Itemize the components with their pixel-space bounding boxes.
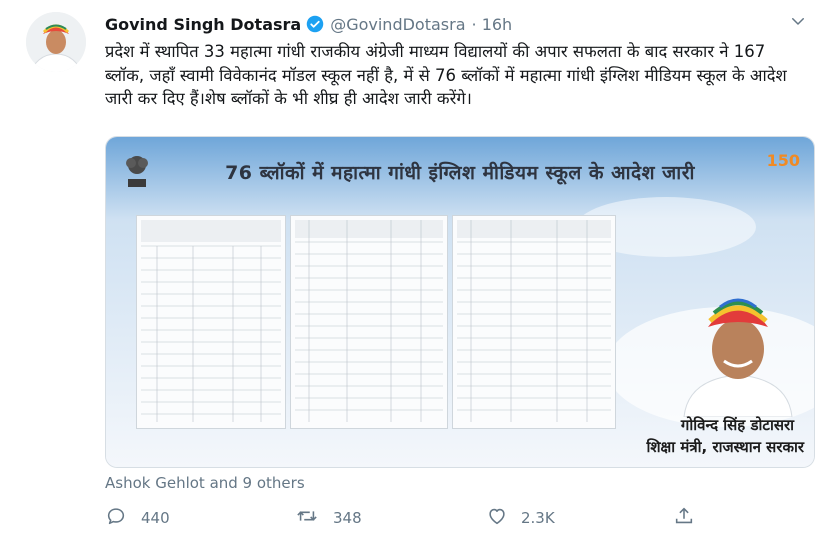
reply-icon <box>105 505 127 531</box>
media-banner-title: 76 ब्लॉकों में महात्मा गांधी इंग्लिश मीड… <box>225 162 695 184</box>
tweet-text: प्रदेश में स्थापित 33 महात्मा गांधी राजक… <box>105 42 787 108</box>
retweet-icon <box>295 505 319 531</box>
chevron-down-icon[interactable] <box>789 12 807 34</box>
media-caption-role: शिक्षा मंत्री, राजस्थान सरकार <box>646 438 804 456</box>
like-count: 2.3K <box>521 509 555 527</box>
author-handle[interactable]: @GovindDotasra <box>330 15 465 34</box>
tweet-actions: 440 348 2.3K <box>105 505 725 529</box>
retweet-count: 348 <box>333 509 362 527</box>
like-icon <box>485 505 509 531</box>
like-button[interactable]: 2.3K <box>485 505 555 531</box>
avatar-image <box>26 12 86 72</box>
reply-count: 440 <box>141 509 170 527</box>
liked-by-context[interactable]: Ashok Gehlot and 9 others <box>105 474 305 492</box>
avatar[interactable] <box>26 12 86 72</box>
document-table <box>457 220 611 422</box>
tweet-media[interactable]: 150 76 ब्लॉकों में महात्मा गांधी इंग्लिश… <box>105 136 815 468</box>
minister-portrait <box>683 298 793 417</box>
verified-icon <box>306 15 324 33</box>
document-table <box>141 220 281 422</box>
author-name[interactable]: Govind Singh Dotasra <box>105 15 301 34</box>
media-caption-name: गोविन्द सिंह डोटासरा <box>680 416 794 434</box>
retweet-button[interactable]: 348 <box>295 505 362 531</box>
reply-button[interactable]: 440 <box>105 505 170 531</box>
document-table <box>295 220 443 422</box>
order-document-page-2 <box>290 215 448 429</box>
share-icon <box>673 505 695 531</box>
order-document-page-1 <box>136 215 286 429</box>
share-button[interactable] <box>673 505 695 531</box>
tweet-header: Govind Singh Dotasra @GovindDotasra · 16… <box>105 12 815 36</box>
order-document-page-3 <box>452 215 616 429</box>
tweet-time[interactable]: · 16h <box>472 15 513 34</box>
